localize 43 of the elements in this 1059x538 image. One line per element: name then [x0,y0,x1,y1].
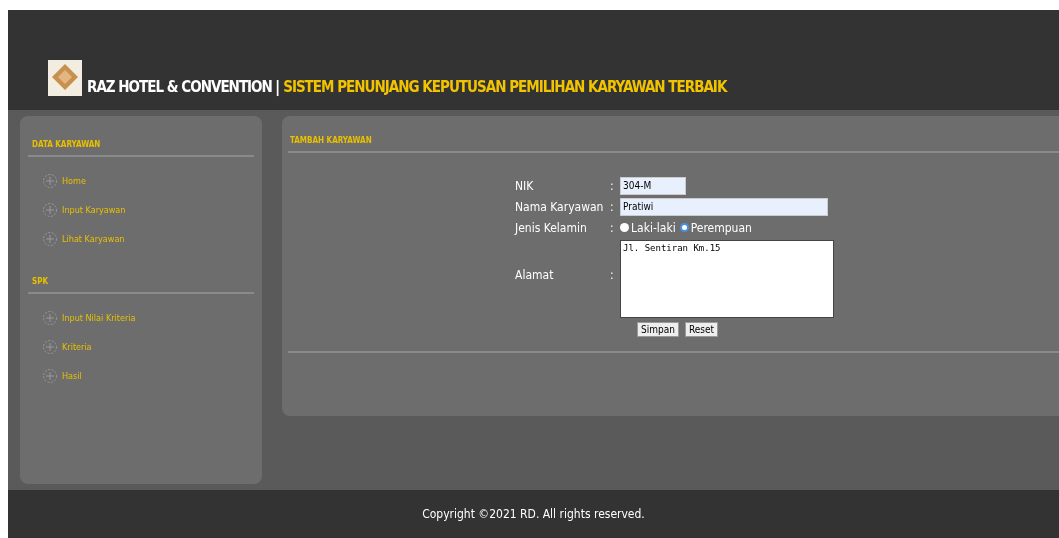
field-label: Jenis Kelamin [515,220,588,235]
sidebar-heading: SPK [31,276,50,288]
sidebar-label: Lihat Karyawan [62,234,125,244]
title-separator: | [274,77,281,96]
plus-icon [42,231,58,247]
site-title: SISTEM PENUNJANG KEPUTUSAN PEMILIHAN KARYAWAN TERBAIK [283,78,727,96]
plus-icon [42,173,58,189]
field-label: Nama Karyawan [515,199,605,214]
address-field[interactable]: Jl. Sentiran Km.15 [620,240,834,318]
sidebar-link[interactable]: Input Karyawan [42,202,240,218]
sidebar-link[interactable]: Home [42,173,240,189]
plus-icon [42,339,58,355]
logo-icon [48,60,82,96]
colon: : [610,268,615,282]
form-button[interactable]: Simpan [637,322,679,337]
colon: : [610,178,615,193]
sidebar-label: Input Nilai Kriteria [62,313,136,323]
sidebar-heading: DATA KARYAWAN [31,139,102,151]
field-label: Alamat [515,268,555,282]
plus-icon [42,368,58,384]
form-button[interactable]: Reset [684,322,718,337]
plus-icon [42,202,58,218]
sidebar-link[interactable]: Hasil [42,368,240,384]
sidebar-label: Home [62,176,86,186]
colon: : [610,199,615,214]
radio-label: Laki-laki [631,220,676,235]
panel-title: TAMBAH KARYAWAN [289,136,373,147]
radio-label: Perempuan [690,220,752,235]
copyright-text: Copyright ©2021 RD. All rights reserved. [422,507,645,521]
sidebar-link[interactable]: Kriteria [42,339,240,355]
sidebar-label: Kriteria [62,342,92,352]
plus-icon [42,310,58,326]
sidebar-label: Input Karyawan [62,205,126,215]
sidebar-label: Hasil [62,371,82,381]
sidebar-link[interactable]: Lihat Karyawan [42,231,240,247]
text-field[interactable]: 304-M [620,176,686,195]
field-label: NIK [515,178,535,193]
text-field[interactable]: Pratiwi [620,197,828,216]
radio-button[interactable] [679,223,689,232]
radio-button[interactable] [620,223,629,232]
colon: : [610,220,615,235]
sidebar-link[interactable]: Input Nilai Kriteria [42,310,240,326]
brand-name: RAZ HOTEL & CONVENTION [87,78,272,96]
